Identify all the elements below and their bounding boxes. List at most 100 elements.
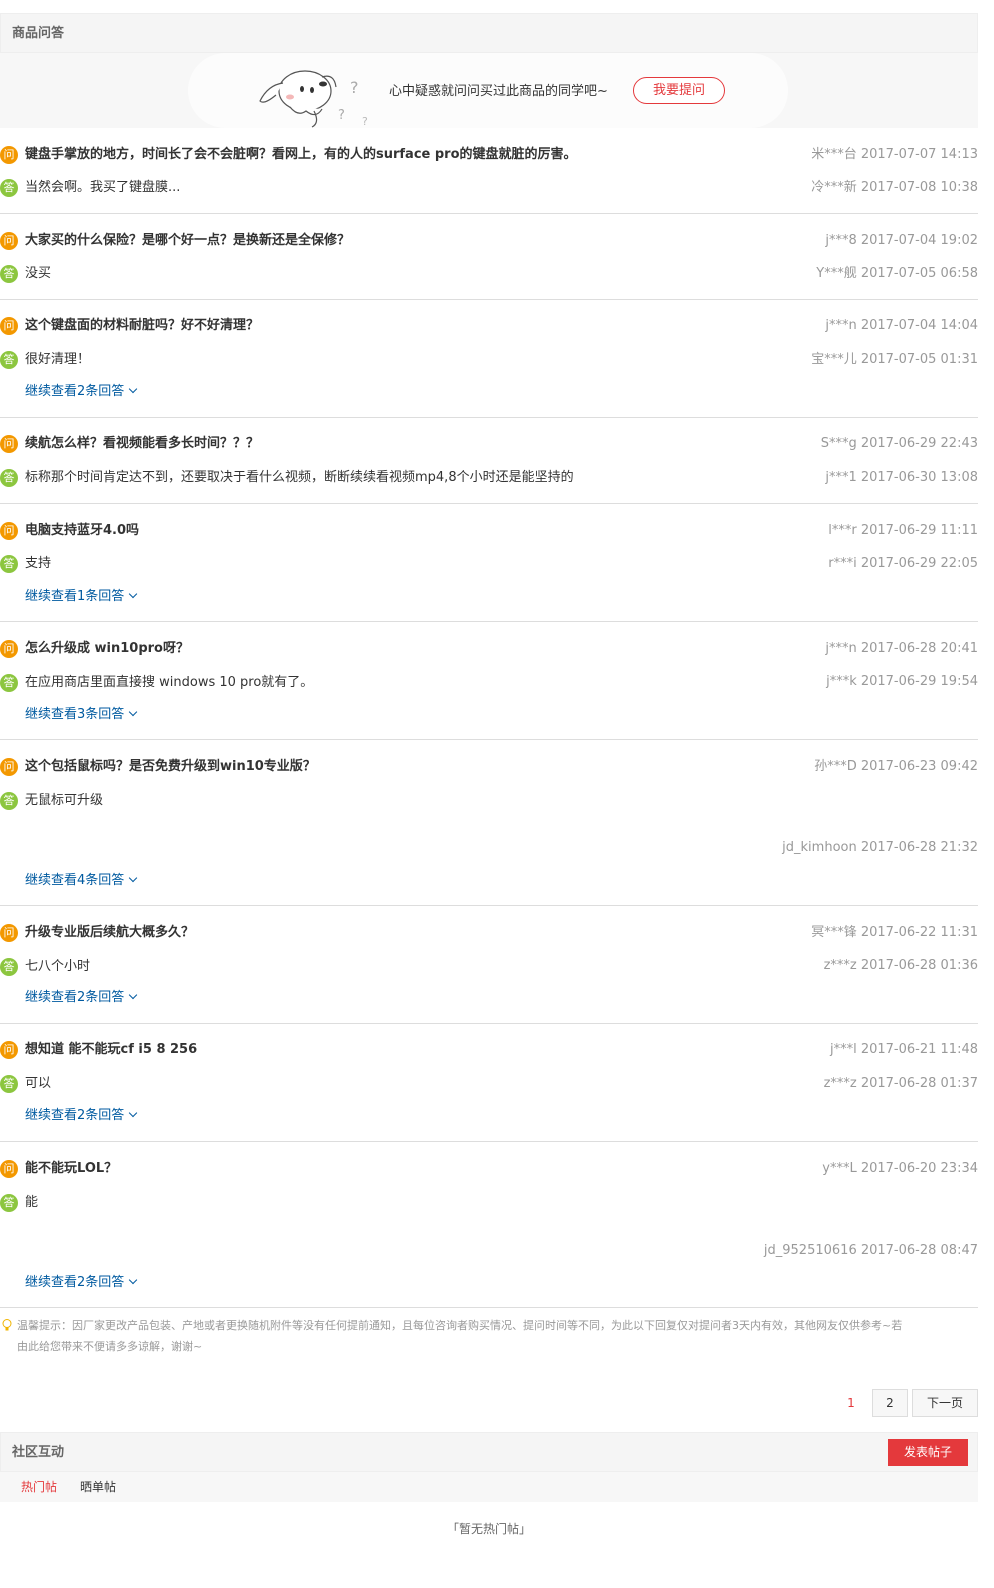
- question-text[interactable]: 这个键盘面的材料耐脏吗？好不好清理？: [25, 315, 259, 337]
- question-text[interactable]: 升级专业版后续航大概多久？: [25, 922, 194, 944]
- answer-badge-icon: 答: [0, 1194, 18, 1212]
- question-text[interactable]: 能不能玩LOL？: [25, 1158, 117, 1180]
- question-row: 问想知道 能不能玩cf i5 8 256 j***l 2017-06-21 11:…: [0, 1039, 978, 1061]
- ask-banner: ? ? ? 心中疑惑就问问买过此商品的同学吧~ 我要提问: [0, 53, 978, 128]
- answer-badge-icon: 答: [0, 351, 18, 369]
- qa-item: 问这个键盘面的材料耐脏吗？好不好清理？ j***n 2017-07-04 14:0…: [0, 300, 978, 418]
- answer-row: 答能: [0, 1192, 978, 1214]
- tip-line-2: 由此给您带来不便请多多谅解，谢谢~: [17, 1340, 203, 1353]
- qa-item: 问能不能玩LOL？ y***L 2017-06-20 23:34 答能 jd_9525…: [0, 1142, 978, 1308]
- question-meta: 孙***D 2017-06-23 09:42: [814, 759, 978, 774]
- answer-text: 当然会啊。我买了键盘膜...: [25, 180, 181, 195]
- answer-badge-icon: 答: [0, 469, 18, 487]
- question-text[interactable]: 键盘手掌放的地方，时间长了会不会脏啊？看网上，有的人的surface pro的键…: [25, 144, 577, 166]
- question-row: 问怎么升级成 win10pro呀？ j***n 2017-06-28 20:41: [0, 638, 978, 660]
- question-badge-icon: 问: [0, 758, 18, 776]
- post-thread-button[interactable]: 发表帖子: [888, 1439, 968, 1466]
- more-answers-link[interactable]: 继续查看2条回答: [25, 987, 138, 1009]
- joy-mascot-icon: ? ? ?: [259, 70, 368, 128]
- answer-text: 很好清理！: [25, 352, 91, 367]
- community-header: 社区互动 发表帖子: [0, 1432, 978, 1472]
- chevron-down-icon: [129, 384, 138, 394]
- qa-item: 问想知道 能不能玩cf i5 8 256 j***l 2017-06-21 11:…: [0, 1024, 978, 1142]
- chevron-down-icon: [129, 1108, 138, 1118]
- question-text[interactable]: 电脑支持蓝牙4.0吗: [25, 520, 139, 542]
- ask-question-button[interactable]: 我要提问: [633, 77, 725, 104]
- svg-text:?: ?: [350, 78, 359, 97]
- chevron-down-icon: [129, 589, 138, 599]
- answer-badge-icon: 答: [0, 179, 18, 197]
- community-tabs: 热门帖 晒单帖: [0, 1472, 978, 1502]
- question-meta: j***n 2017-06-28 20:41: [825, 641, 978, 656]
- tab-show-posts[interactable]: 晒单帖: [80, 1472, 116, 1502]
- lightbulb-icon: [2, 1319, 12, 1331]
- answer-meta: Y***舰 2017-07-05 06:58: [816, 266, 978, 281]
- qa-item: 问电脑支持蓝牙4.0吗 l***r 2017-06-29 11:11 答支持 r***…: [0, 504, 978, 622]
- answer-meta: 宝***儿 2017-07-05 01:31: [811, 352, 978, 367]
- more-answers-label: 继续查看2条回答: [25, 1275, 125, 1290]
- answer-meta: jd_952510616 2017-06-28 08:47: [763, 1243, 978, 1258]
- answer-badge-icon: 答: [0, 555, 18, 573]
- question-text[interactable]: 大家买的什么保险？是哪个好一点？是换新还是全保修？: [25, 230, 350, 252]
- answer-meta: z***z 2017-06-28 01:37: [823, 1076, 978, 1091]
- question-badge-icon: 问: [0, 1160, 18, 1178]
- question-meta: j***n 2017-07-04 14:04: [825, 318, 978, 333]
- pager-current-page: 1: [847, 1396, 855, 1410]
- chevron-down-icon: [129, 1275, 138, 1285]
- tip-line-1: 温馨提示：因厂家更改产品包装、产地或者更换随机附件等没有任何提前通知，且每位咨询…: [17, 1319, 903, 1332]
- question-meta: y***L 2017-06-20 23:34: [822, 1161, 978, 1176]
- question-badge-icon: 问: [0, 640, 18, 658]
- community-title: 社区互动: [12, 1445, 65, 1460]
- chevron-down-icon: [129, 990, 138, 1000]
- qa-item: 问键盘手掌放的地方，时间长了会不会脏啊？看网上，有的人的surface pro的…: [0, 128, 978, 214]
- answer-text: 在应用商店里面直接搜 windows 10 pro就有了。: [25, 675, 314, 690]
- answer-badge-icon: 答: [0, 792, 18, 810]
- answer-meta: j***k 2017-06-29 19:54: [826, 674, 978, 689]
- pager-page-2[interactable]: 2: [872, 1389, 908, 1417]
- question-row: 问大家买的什么保险？是哪个好一点？是换新还是全保修？ j***8 2017-07-…: [0, 230, 978, 252]
- more-answers-link[interactable]: 继续查看2条回答: [25, 381, 138, 403]
- qa-item: 问升级专业版后续航大概多久？ 冥***锋 2017-06-22 11:31 答七八个…: [0, 906, 978, 1024]
- pager-next-button[interactable]: 下一页: [912, 1389, 978, 1417]
- answer-row: 答无鼠标可升级: [0, 790, 978, 812]
- question-meta: S***g 2017-06-29 22:43: [820, 436, 978, 451]
- question-text[interactable]: 这个包括鼠标吗？是否免费升级到win10专业版？: [25, 756, 316, 778]
- answer-badge-icon: 答: [0, 958, 18, 976]
- answer-meta: j***1 2017-06-30 13:08: [825, 470, 978, 485]
- answer-badge-icon: 答: [0, 265, 18, 283]
- answer-text: 七八个小时: [25, 959, 91, 974]
- question-text[interactable]: 想知道 能不能玩cf i5 8 256: [25, 1039, 197, 1061]
- qa-item: 问怎么升级成 win10pro呀？ j***n 2017-06-28 20:41 答…: [0, 622, 978, 740]
- answer-text: 标称那个时间肯定达不到，还要取决于看什么视频，断断续续看视频mp4,8个小时还是…: [25, 470, 574, 485]
- answer-badge-icon: 答: [0, 674, 18, 692]
- more-answers-label: 继续查看4条回答: [25, 873, 125, 888]
- question-text[interactable]: 续航怎么样？看视频能看多长时间？？？: [25, 433, 259, 455]
- warm-tip: 温馨提示：因厂家更改产品包装、产地或者更换随机附件等没有任何提前通知，且每位咨询…: [0, 1315, 978, 1357]
- more-answers-link[interactable]: 继续查看2条回答: [25, 1272, 138, 1294]
- more-answers-link[interactable]: 继续查看1条回答: [25, 586, 138, 608]
- chevron-down-icon: [129, 707, 138, 717]
- question-row: 问能不能玩LOL？ y***L 2017-06-20 23:34: [0, 1158, 978, 1180]
- more-answers-link[interactable]: 继续查看4条回答: [25, 870, 138, 892]
- question-meta: 冥***锋 2017-06-22 11:31: [811, 925, 978, 940]
- more-answers-label: 继续查看3条回答: [25, 707, 125, 722]
- question-meta: l***r 2017-06-29 11:11: [828, 523, 978, 538]
- question-meta: j***l 2017-06-21 11:48: [829, 1042, 978, 1057]
- qa-item: 问大家买的什么保险？是哪个好一点？是换新还是全保修？ j***8 2017-07-…: [0, 214, 978, 300]
- question-row: 问键盘手掌放的地方，时间长了会不会脏啊？看网上，有的人的surface pro的…: [0, 144, 978, 166]
- tab-hot-posts[interactable]: 热门帖: [21, 1472, 57, 1502]
- more-answers-label: 继续查看2条回答: [25, 384, 125, 399]
- more-answers-link[interactable]: 继续查看2条回答: [25, 1105, 138, 1127]
- svg-text:?: ?: [338, 108, 345, 123]
- empty-hot-posts: 「暂无热门帖」: [446, 1522, 531, 1536]
- question-badge-icon: 问: [0, 435, 18, 453]
- answer-badge-icon: 答: [0, 1075, 18, 1093]
- more-answers-link[interactable]: 继续查看3条回答: [25, 704, 138, 726]
- question-badge-icon: 问: [0, 232, 18, 250]
- qa-item: 问续航怎么样？看视频能看多长时间？？？ S***g 2017-06-29 22:4…: [0, 418, 978, 504]
- qa-section-title: 商品问答: [0, 13, 978, 53]
- question-badge-icon: 问: [0, 317, 18, 335]
- answer-meta: 冷***新 2017-07-08 10:38: [811, 180, 978, 195]
- question-text[interactable]: 怎么升级成 win10pro呀？: [25, 638, 189, 660]
- question-meta: j***8 2017-07-04 19:02: [825, 233, 978, 248]
